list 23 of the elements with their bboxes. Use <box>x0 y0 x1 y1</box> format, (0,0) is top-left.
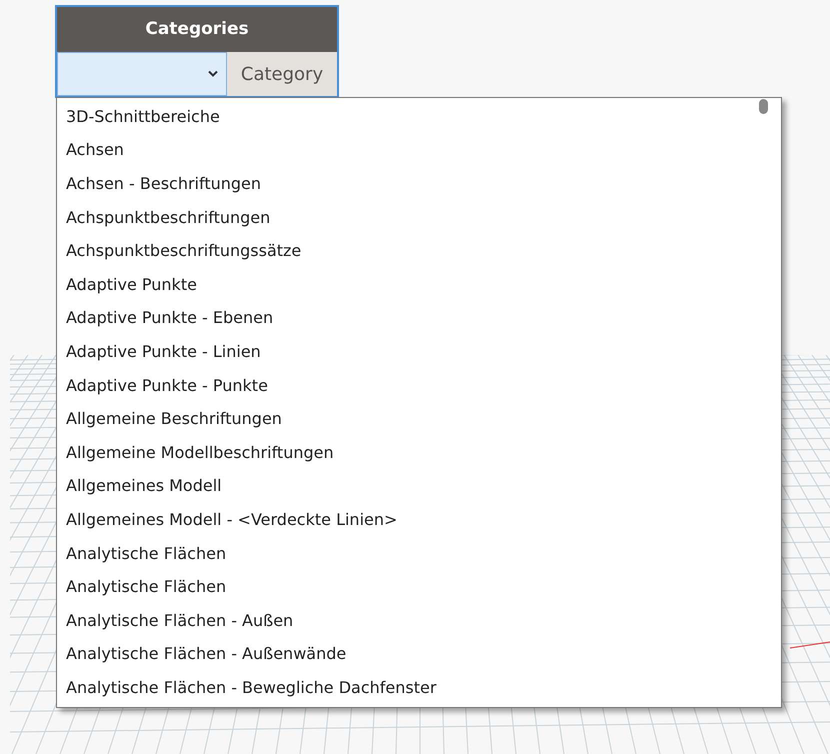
list-item[interactable]: Allgemeines Modell <box>57 470 781 504</box>
list-item[interactable]: Analytische Flächen <box>57 570 781 604</box>
list-item[interactable]: Adaptive Punkte - Linien <box>57 335 781 369</box>
list-item[interactable]: Adaptive Punkte - Punkte <box>57 368 781 402</box>
list-item[interactable]: Analytische Flächen - Außen <box>57 604 781 638</box>
list-item[interactable]: Achsen <box>57 134 781 168</box>
list-item[interactable]: Achspunktbeschriftungssätze <box>57 234 781 268</box>
scrollbar-thumb[interactable] <box>759 99 768 114</box>
list-item[interactable]: Allgemeine Modellbeschriftungen <box>57 436 781 470</box>
category-dropdown[interactable] <box>57 52 227 96</box>
list-item[interactable]: Analytische Flächen - Bewegliche Dachfenster <box>57 671 781 705</box>
list-item[interactable]: Analytische Flächen - Außenwände <box>57 638 781 672</box>
list-item[interactable]: Achspunktbeschriftungen <box>57 200 781 234</box>
list-item[interactable]: Allgemeines Modell - <Verdeckte Linien> <box>57 503 781 537</box>
list-item[interactable]: Analytische Flächen <box>57 536 781 570</box>
list-item[interactable]: 3D-Schnittbereiche <box>57 100 781 134</box>
list-item[interactable]: Adaptive Punkte - Ebenen <box>57 302 781 336</box>
list-item[interactable]: Achsen - Beschriftungen <box>57 167 781 201</box>
chevron-down-icon <box>208 70 218 78</box>
node-title: Categories <box>144 18 250 41</box>
list-item[interactable]: Adaptive Punkte <box>57 268 781 302</box>
list-item[interactable]: Allgemeine Beschriftungen <box>57 402 781 436</box>
output-port[interactable]: Category <box>227 52 337 96</box>
